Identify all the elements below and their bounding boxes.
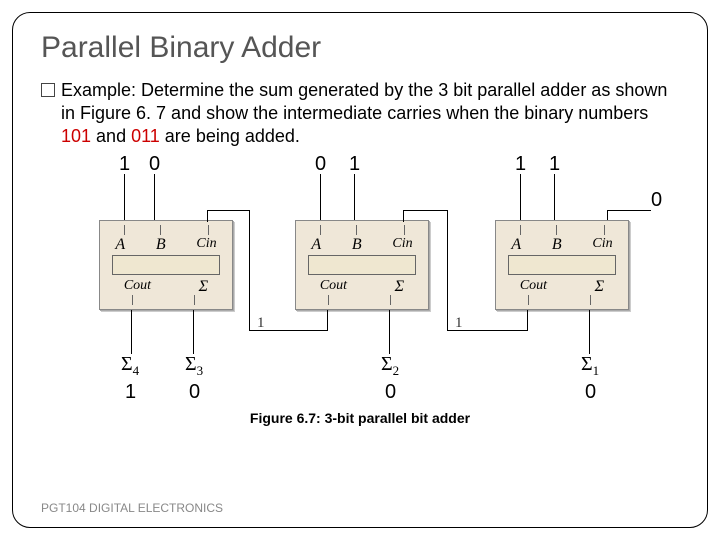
full-adder-2: A B Cin Cout Σ (295, 220, 429, 310)
lbl-cin: Cin (196, 235, 216, 255)
wire-a1 (520, 174, 521, 220)
wire-c2-top (207, 210, 250, 211)
wire-a3 (124, 174, 125, 220)
wire-c1-in (403, 210, 404, 222)
cin-initial: 0 (651, 188, 662, 214)
lbl-cin: Cin (592, 235, 612, 255)
out-s4: 1 (125, 380, 136, 406)
wire-c1-top (403, 210, 448, 211)
square-bullet-icon (41, 83, 55, 97)
lbl-b: B (156, 235, 166, 255)
example-label: Example: (61, 80, 136, 100)
slide-frame: Parallel Binary Adder Example: Determine… (12, 12, 708, 528)
wire-c1-up (447, 210, 448, 331)
lbl-a: A (511, 235, 521, 255)
lbl-sum: Σ (395, 277, 405, 297)
lbl-b: B (552, 235, 562, 255)
lbl-b: B (352, 235, 362, 255)
carry-c1: 1 (455, 314, 463, 333)
lbl-a: A (311, 235, 321, 255)
full-adder-1: A B Cin Cout Σ (495, 220, 629, 310)
wire-a2 (320, 174, 321, 220)
sigma-1: Σ1 (581, 352, 599, 380)
wire-s4 (131, 310, 132, 354)
out-s1: 0 (585, 380, 596, 406)
sigma-4: Σ4 (121, 352, 139, 380)
wire-c2-in (207, 210, 208, 222)
sigma-2: Σ2 (381, 352, 399, 380)
lbl-cout: Cout (320, 277, 347, 297)
wire-c2-down (327, 310, 328, 330)
example-text: Example: Determine the sum generated by … (61, 79, 679, 148)
slide-footer: PGT104 DIGITAL ELECTRONICS (41, 501, 223, 515)
operand-a: 101 (61, 126, 91, 146)
lbl-cout: Cout (520, 277, 547, 297)
adder-diagram: 1 0 0 1 1 1 0 A B Cin (41, 152, 681, 412)
slide-body: Example: Determine the sum generated by … (41, 79, 679, 428)
example-post: are being added. (160, 126, 300, 146)
operand-b: 011 (131, 126, 160, 146)
carry-c2: 1 (257, 314, 265, 333)
wire-s1 (589, 310, 590, 354)
slide-title: Parallel Binary Adder (41, 31, 679, 65)
example-bullet: Example: Determine the sum generated by … (41, 79, 679, 148)
lbl-a: A (115, 235, 125, 255)
lbl-sum: Σ (199, 277, 209, 297)
full-adder-3: A B Cin Cout Σ (99, 220, 233, 310)
wire-cin0-h (607, 210, 651, 211)
sigma-3: Σ3 (185, 352, 203, 380)
wire-b1 (554, 174, 555, 220)
example-pre: Determine the sum generated by the 3 bit… (61, 80, 667, 123)
lbl-sum: Σ (595, 277, 605, 297)
lbl-cin: Cin (392, 235, 412, 255)
wire-s2 (389, 310, 390, 354)
wire-s3 (193, 310, 194, 354)
wire-b2 (354, 174, 355, 220)
wire-c2-up (249, 210, 250, 331)
wire-c1-down (527, 310, 528, 330)
figure-caption: Figure 6.7: 3-bit parallel bit adder (41, 410, 679, 428)
lbl-cout: Cout (124, 277, 151, 297)
out-s2: 0 (385, 380, 396, 406)
out-s3: 0 (189, 380, 200, 406)
example-mid: and (91, 126, 131, 146)
wire-b3 (154, 174, 155, 220)
